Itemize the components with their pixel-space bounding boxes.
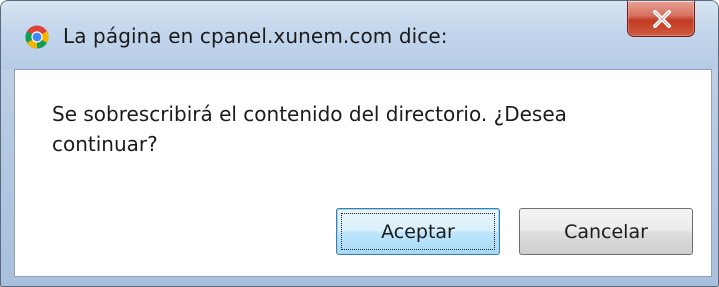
close-button[interactable] xyxy=(627,1,695,37)
dialog-titlebar[interactable]: La página en cpanel.xunem.com dice: xyxy=(1,1,718,69)
cancel-button[interactable]: Cancelar xyxy=(519,208,693,255)
accept-button-label: Aceptar xyxy=(381,220,455,243)
dialog-message: Se sobrescribirá el contenido del direct… xyxy=(52,102,567,156)
dialog-body: Se sobrescribirá el contenido del direct… xyxy=(14,69,712,277)
dialog-title: La página en cpanel.xunem.com dice: xyxy=(63,24,448,48)
accept-button[interactable]: Aceptar xyxy=(336,208,500,255)
close-icon xyxy=(653,10,671,28)
chrome-logo-icon xyxy=(25,25,49,49)
cancel-button-label: Cancelar xyxy=(564,220,648,243)
alert-dialog-window: La página en cpanel.xunem.com dice: Se s… xyxy=(0,0,719,287)
